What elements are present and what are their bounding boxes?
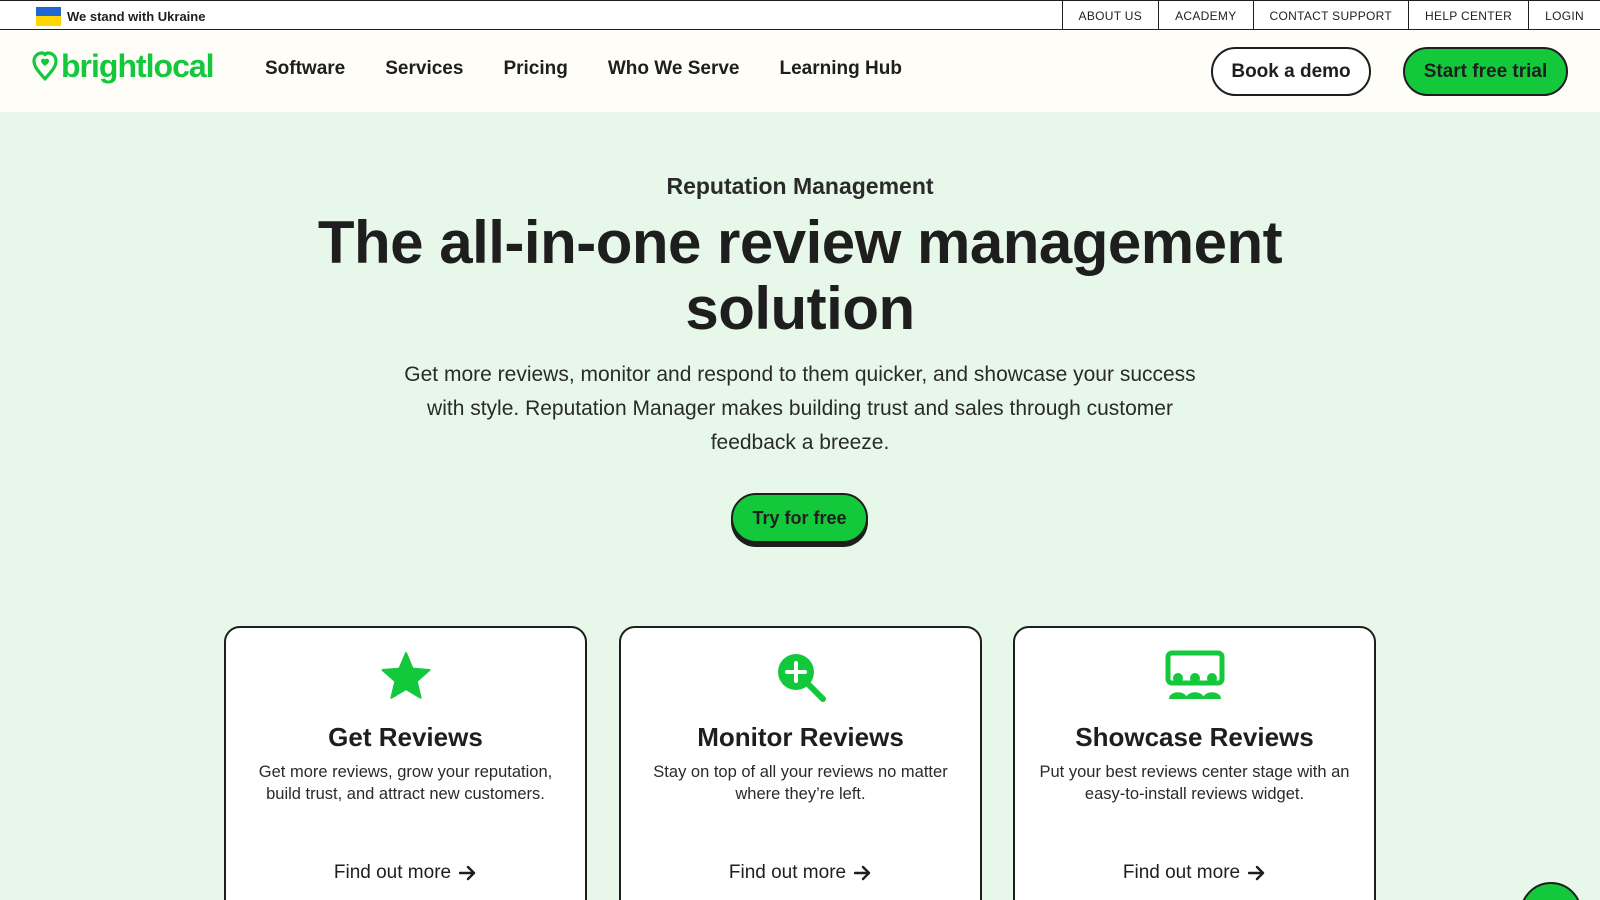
utility-link-about-us[interactable]: ABOUT US [1061, 1, 1159, 30]
main-navbar: brightlocal Software Services Pricing Wh… [0, 30, 1600, 112]
card-description: Get more reviews, grow your reputation, … [258, 763, 553, 803]
hero-description: Get more reviews, monitor and respond to… [404, 363, 1196, 454]
card-link-label: Find out more [333, 862, 452, 883]
ukraine-label: We stand with Ukraine [67, 8, 206, 24]
utility-link-contact-support[interactable]: CONTACT SUPPORT [1252, 1, 1409, 30]
ukraine-flag-icon [36, 6, 61, 26]
card-title: Monitor Reviews [697, 722, 904, 752]
audience-screen-icon [1165, 650, 1225, 704]
find-out-more-link[interactable]: Find out more [621, 862, 980, 884]
star-icon [376, 650, 436, 704]
magnifier-plus-icon [771, 650, 831, 704]
ukraine-banner[interactable]: We stand with Ukraine [36, 6, 205, 26]
card-link-label: Find out more [728, 862, 847, 883]
brand-logo-text: brightlocal [61, 48, 215, 84]
card-link-label: Find out more [1122, 862, 1241, 883]
utility-link-help-center[interactable]: HELP CENTER [1408, 1, 1528, 30]
location-heart-icon [32, 51, 58, 81]
nav-item-services[interactable]: Services [385, 58, 463, 80]
chat-widget-button[interactable] [1520, 882, 1582, 900]
card-description: Stay on top of all your reviews no matte… [653, 763, 948, 803]
card-title: Get Reviews [328, 722, 483, 752]
utility-links: ABOUT US ACADEMY CONTACT SUPPORT HELP CE… [1061, 1, 1600, 30]
hero-eyebrow: Reputation Management [666, 173, 934, 199]
card-title: Showcase Reviews [1075, 722, 1314, 752]
primary-nav: Software Services Pricing Who We Serve L… [265, 58, 902, 80]
brand-logo[interactable]: brightlocal [31, 48, 215, 84]
card-description: Put your best reviews center stage with … [1039, 763, 1350, 803]
find-out-more-link[interactable]: Find out more [1015, 862, 1374, 884]
nav-item-who-we-serve[interactable]: Who We Serve [608, 58, 740, 80]
arrow-right-icon [854, 865, 871, 881]
feature-card-showcase-reviews: Showcase Reviews Put your best reviews c… [1013, 626, 1376, 900]
nav-item-learning-hub[interactable]: Learning Hub [779, 58, 901, 80]
arrow-right-icon [459, 865, 476, 881]
start-free-trial-button[interactable]: Start free trial [1403, 47, 1568, 96]
book-demo-button[interactable]: Book a demo [1211, 47, 1371, 96]
hero-title: The all-in-one review management solutio… [317, 209, 1283, 342]
find-out-more-link[interactable]: Find out more [226, 862, 585, 884]
utility-link-academy[interactable]: ACADEMY [1158, 1, 1252, 30]
nav-item-pricing[interactable]: Pricing [503, 58, 567, 80]
arrow-right-icon [1248, 865, 1265, 881]
try-for-free-button[interactable]: Try for free [731, 493, 868, 543]
utility-link-login[interactable]: LOGIN [1528, 1, 1600, 30]
feature-card-monitor-reviews: Monitor Reviews Stay on top of all your … [619, 626, 982, 900]
feature-card-get-reviews: Get Reviews Get more reviews, grow your … [224, 626, 587, 900]
nav-item-software[interactable]: Software [265, 58, 345, 80]
utility-bar: We stand with Ukraine ABOUT US ACADEMY C… [0, 0, 1600, 30]
